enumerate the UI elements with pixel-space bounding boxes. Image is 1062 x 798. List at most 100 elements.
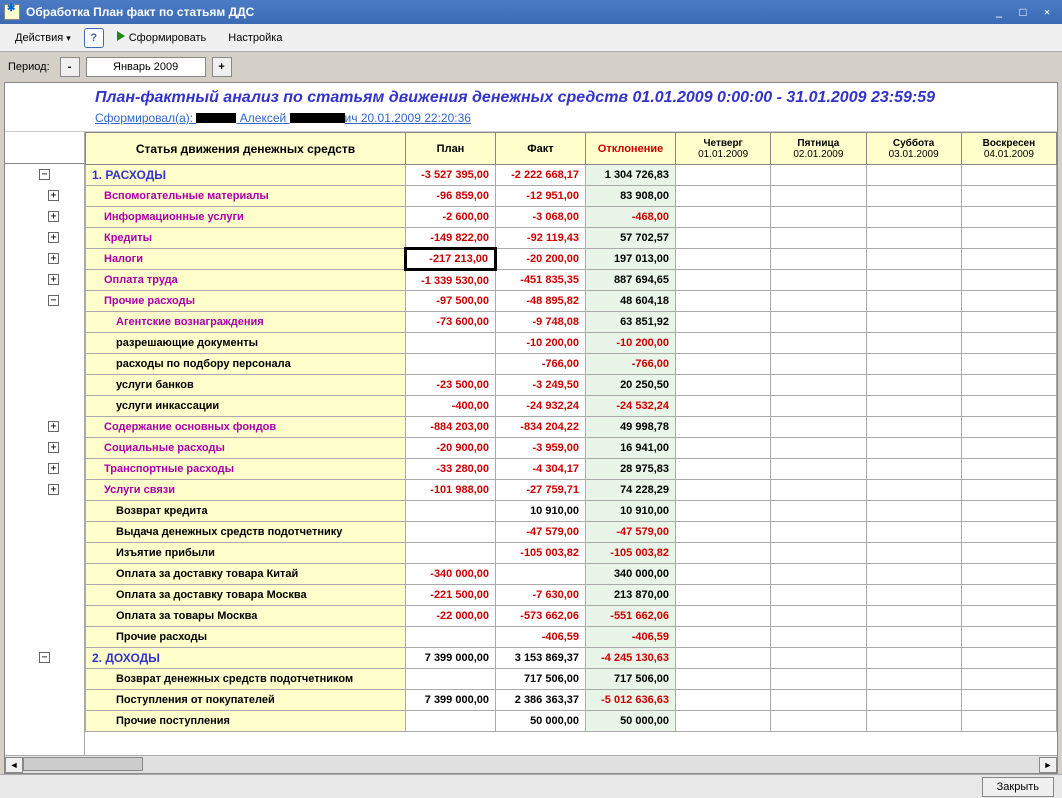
cell-deviation[interactable]: -468,00 — [586, 207, 676, 228]
cell-day[interactable] — [676, 186, 771, 207]
table-row[interactable]: Возврат денежных средств подотчетником71… — [86, 669, 1057, 690]
row-name[interactable]: Вспомогательные материалы — [86, 186, 406, 207]
cell-day[interactable] — [961, 186, 1056, 207]
cell-day[interactable] — [866, 438, 961, 459]
table-row[interactable]: услуги инкассации-400,00-24 932,24-24 53… — [86, 396, 1057, 417]
cell-day[interactable] — [676, 522, 771, 543]
table-row[interactable]: 2. ДОХОДЫ7 399 000,003 153 869,37-4 245 … — [86, 648, 1057, 669]
cell-plan[interactable] — [406, 543, 496, 564]
minimize-button[interactable]: _ — [988, 3, 1010, 21]
form-button[interactable]: Сформировать — [108, 27, 216, 48]
cell-day[interactable] — [866, 312, 961, 333]
cell-fact[interactable]: -48 895,82 — [496, 291, 586, 312]
row-name[interactable]: Прочие расходы — [86, 291, 406, 312]
cell-day[interactable] — [961, 165, 1056, 186]
cell-day[interactable] — [866, 606, 961, 627]
cell-day[interactable] — [866, 501, 961, 522]
cell-day[interactable] — [771, 711, 866, 732]
cell-deviation[interactable]: 213 870,00 — [586, 585, 676, 606]
cell-deviation[interactable]: -105 003,82 — [586, 543, 676, 564]
cell-fact[interactable]: 10 910,00 — [496, 501, 586, 522]
cell-day[interactable] — [676, 669, 771, 690]
col-day-0[interactable]: Четверг01.01.2009 — [676, 133, 771, 165]
expand-icon[interactable]: + — [48, 190, 59, 201]
cell-plan[interactable]: -73 600,00 — [406, 312, 496, 333]
cell-day[interactable] — [866, 522, 961, 543]
col-article[interactable]: Статья движения денежных средств — [86, 133, 406, 165]
cell-plan[interactable]: -3 527 395,00 — [406, 165, 496, 186]
cell-day[interactable] — [961, 312, 1056, 333]
cell-day[interactable] — [961, 648, 1056, 669]
cell-deviation[interactable]: -10 200,00 — [586, 333, 676, 354]
cell-deviation[interactable]: 340 000,00 — [586, 564, 676, 585]
cell-day[interactable] — [961, 396, 1056, 417]
cell-plan[interactable]: -217 213,00 — [406, 249, 496, 270]
col-fact[interactable]: Факт — [496, 133, 586, 165]
row-name[interactable]: услуги инкассации — [86, 396, 406, 417]
table-row[interactable]: Прочие поступления50 000,0050 000,00 — [86, 711, 1057, 732]
expand-icon[interactable]: + — [48, 211, 59, 222]
cell-day[interactable] — [771, 585, 866, 606]
cell-day[interactable] — [961, 249, 1056, 270]
cell-deviation[interactable]: 197 013,00 — [586, 249, 676, 270]
cell-plan[interactable]: -20 900,00 — [406, 438, 496, 459]
cell-day[interactable] — [676, 270, 771, 291]
table-row[interactable]: Прочие расходы-406,59-406,59 — [86, 627, 1057, 648]
cell-fact[interactable]: -92 119,43 — [496, 228, 586, 249]
cell-day[interactable] — [961, 690, 1056, 711]
cell-day[interactable] — [961, 606, 1056, 627]
cell-day[interactable] — [676, 396, 771, 417]
row-name[interactable]: Оплата за доставку товара Москва — [86, 585, 406, 606]
cell-day[interactable] — [771, 333, 866, 354]
cell-day[interactable] — [676, 543, 771, 564]
row-name[interactable]: Прочие расходы — [86, 627, 406, 648]
cell-day[interactable] — [771, 312, 866, 333]
cell-fact[interactable]: -20 200,00 — [496, 249, 586, 270]
cell-fact[interactable]: -4 304,17 — [496, 459, 586, 480]
row-name[interactable]: Оплата за товары Москва — [86, 606, 406, 627]
cell-day[interactable] — [676, 312, 771, 333]
row-name[interactable]: Оплата за доставку товара Китай — [86, 564, 406, 585]
cell-day[interactable] — [676, 648, 771, 669]
cell-day[interactable] — [771, 480, 866, 501]
cell-plan[interactable] — [406, 669, 496, 690]
row-name[interactable]: Агентские вознаграждения — [86, 312, 406, 333]
period-next-button[interactable]: + — [212, 57, 232, 77]
scroll-thumb[interactable] — [23, 757, 143, 771]
cell-fact[interactable]: -766,00 — [496, 354, 586, 375]
cell-plan[interactable]: -101 988,00 — [406, 480, 496, 501]
cell-deviation[interactable]: 63 851,92 — [586, 312, 676, 333]
row-name[interactable]: Налоги — [86, 249, 406, 270]
cell-day[interactable] — [866, 354, 961, 375]
cell-day[interactable] — [676, 606, 771, 627]
row-name[interactable]: разрешающие документы — [86, 333, 406, 354]
actions-menu[interactable]: Действия — [6, 28, 80, 48]
cell-day[interactable] — [771, 522, 866, 543]
row-name[interactable]: 1. РАСХОДЫ — [86, 165, 406, 186]
close-window-button[interactable]: × — [1036, 3, 1058, 21]
scroll-left-button[interactable]: ◄ — [5, 757, 23, 773]
cell-fact[interactable]: -451 835,35 — [496, 270, 586, 291]
close-button[interactable]: Закрыть — [982, 777, 1054, 797]
expand-icon[interactable]: + — [48, 463, 59, 474]
table-row[interactable]: Транспортные расходы-33 280,00-4 304,172… — [86, 459, 1057, 480]
row-name[interactable]: услуги банков — [86, 375, 406, 396]
table-row[interactable]: разрешающие документы-10 200,00-10 200,0… — [86, 333, 1057, 354]
cell-fact[interactable] — [496, 564, 586, 585]
cell-day[interactable] — [676, 690, 771, 711]
cell-deviation[interactable]: -551 662,06 — [586, 606, 676, 627]
cell-day[interactable] — [866, 228, 961, 249]
row-name[interactable]: Возврат кредита — [86, 501, 406, 522]
cell-day[interactable] — [771, 627, 866, 648]
cell-day[interactable] — [866, 711, 961, 732]
row-name[interactable]: Возврат денежных средств подотчетником — [86, 669, 406, 690]
cell-day[interactable] — [771, 228, 866, 249]
cell-fact[interactable]: -406,59 — [496, 627, 586, 648]
row-name[interactable]: Содержание основных фондов — [86, 417, 406, 438]
col-deviation[interactable]: Отклонение — [586, 133, 676, 165]
cell-fact[interactable]: -573 662,06 — [496, 606, 586, 627]
table-row[interactable]: Оплата труда-1 339 530,00-451 835,35887 … — [86, 270, 1057, 291]
cell-plan[interactable] — [406, 333, 496, 354]
cell-day[interactable] — [676, 228, 771, 249]
col-day-1[interactable]: Пятница02.01.2009 — [771, 133, 866, 165]
